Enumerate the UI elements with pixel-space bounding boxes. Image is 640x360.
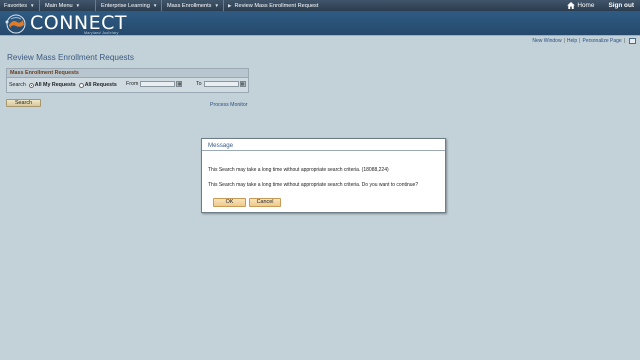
dialog-title: Message (202, 139, 445, 151)
calendar-icon[interactable]: ▦ (239, 81, 246, 87)
house-icon (567, 2, 576, 9)
nav-enterprise-learning-label: Enterprise Learning (101, 2, 150, 9)
nav-mass-enrollments-label: Mass Enrollments (167, 2, 212, 9)
from-date-input[interactable] (140, 81, 176, 87)
nav-mass-enrollments[interactable]: Mass Enrollments ▼ (162, 0, 224, 11)
nav-enterprise-learning[interactable]: Enterprise Learning ▼ (96, 0, 162, 11)
new-window-link[interactable]: New Window (532, 38, 561, 44)
chevron-right-icon: ▶ (228, 2, 232, 8)
search-type-row: Search All My Requests All Requests (9, 82, 117, 88)
nav-main-menu[interactable]: Main Menu ▼ (40, 0, 96, 11)
nav-favorites[interactable]: Favorites ▼ (0, 0, 40, 11)
process-monitor-link[interactable]: Process Monitor (210, 102, 247, 108)
nav-current-page: ▶ Review Mass Enrollment Request (224, 0, 322, 11)
ok-button[interactable]: OK (213, 198, 246, 207)
page-title: Review Mass Enrollment Requests (7, 53, 134, 62)
cancel-button[interactable]: Cancel (249, 198, 281, 207)
calendar-icon[interactable]: ▦ (176, 81, 183, 87)
home-link[interactable]: Home (567, 2, 594, 9)
chevron-down-icon: ▼ (75, 3, 81, 8)
mass-enrollment-requests-group: Mass Enrollment Requests Search All My R… (6, 68, 249, 93)
page-bar-links: New Window | Help | Personalize Page | (532, 38, 636, 44)
nav-main-menu-label: Main Menu (45, 2, 73, 9)
from-label: From (126, 81, 139, 87)
separator: | (579, 38, 581, 44)
message-dialog: Message This Search may take a long time… (201, 138, 446, 213)
group-title: Mass Enrollment Requests (7, 69, 248, 78)
chevron-down-icon: ▼ (214, 3, 219, 8)
to-date-group: To ▦ (196, 81, 246, 87)
connect-logo-mark (5, 14, 26, 34)
search-label: Search (9, 82, 26, 88)
page-menu-icon[interactable] (629, 38, 636, 44)
top-navigation-bar: Favorites ▼ Main Menu ▼ Enterprise Learn… (0, 0, 640, 11)
nav-favorites-label: Favorites (4, 2, 28, 9)
help-link[interactable]: Help (567, 38, 577, 44)
separator: | (623, 38, 625, 44)
signout-link[interactable]: Sign out (608, 2, 634, 9)
radio-all-my-requests[interactable] (28, 82, 34, 88)
search-button[interactable]: Search (6, 99, 41, 107)
header-banner: CONNECT Maryland Judiciary (0, 11, 640, 36)
dialog-message-line2: This Search may take a long time without… (208, 182, 419, 188)
chevron-down-icon: ▼ (30, 3, 35, 8)
to-date-input[interactable] (203, 81, 239, 87)
nav-current-page-label: Review Mass Enrollment Request (234, 2, 319, 9)
radio-all-requests[interactable] (78, 82, 84, 88)
to-label: To (196, 81, 202, 87)
radio-all-my-requests-label: All My Requests (34, 82, 76, 88)
dialog-message-line1: This Search may take a long time without… (208, 167, 389, 173)
chevron-down-icon: ▼ (152, 3, 158, 8)
personalize-page-link[interactable]: Personalize Page (582, 38, 621, 44)
logo-subtext: Maryland Judiciary (84, 31, 119, 35)
home-label: Home (577, 2, 595, 9)
from-date-group: From ▦ (126, 81, 183, 87)
radio-all-requests-label: All Requests (84, 82, 117, 88)
separator: | (563, 38, 565, 44)
nav-right-links: Home Sign out (567, 0, 640, 11)
